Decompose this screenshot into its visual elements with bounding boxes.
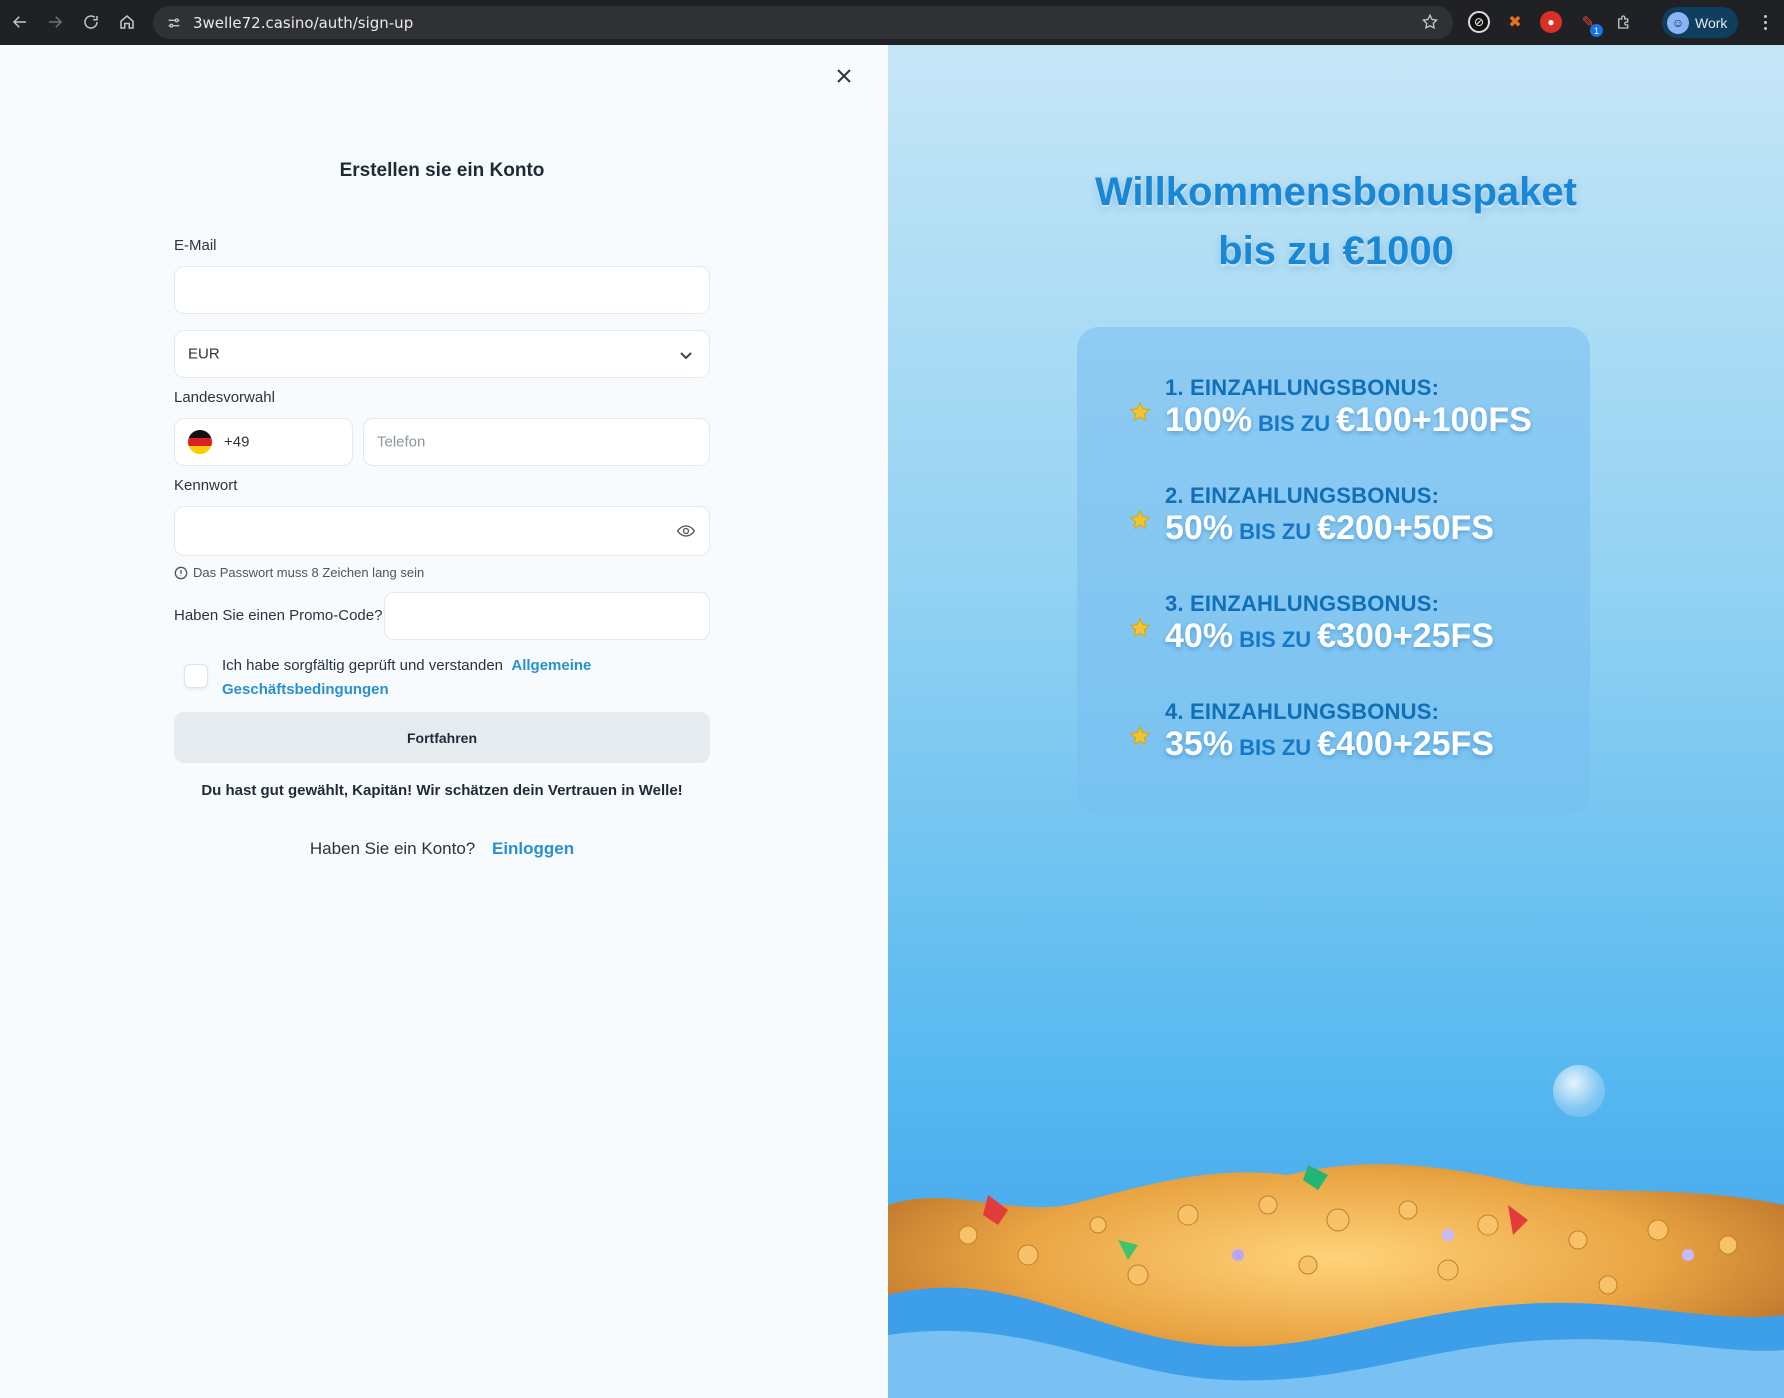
phone-placeholder: Telefon	[377, 433, 426, 451]
home-icon[interactable]	[109, 4, 145, 40]
star-icon	[1129, 401, 1151, 423]
bonus-title-line2: bis zu €1000	[1218, 229, 1454, 273]
star-icon	[1129, 617, 1151, 639]
password-label: Kennwort	[174, 477, 238, 494]
currency-select[interactable]: EUR	[174, 330, 710, 378]
currency-value: EUR	[188, 345, 220, 363]
phone-field[interactable]: Telefon	[363, 418, 710, 466]
star-icon	[1129, 725, 1151, 747]
forward-icon[interactable]	[37, 4, 73, 40]
email-label: E-Mail	[174, 237, 217, 254]
login-link[interactable]: Einloggen	[492, 839, 574, 858]
terms-checkbox[interactable]	[184, 664, 208, 688]
extensions-puzzle-icon[interactable]	[1613, 11, 1635, 33]
eye-icon[interactable]	[676, 521, 696, 541]
password-hint: Das Passwort muss 8 Zeichen lang sein	[174, 565, 424, 580]
extension-icon[interactable]: ●	[1540, 11, 1562, 33]
bonus-offer: 50% BIS ZU €200+50FS	[1165, 509, 1494, 547]
promo-label: Haben Sie einen Promo-Code?	[174, 607, 383, 624]
more-menu-icon[interactable]	[1755, 12, 1775, 32]
login-prompt: Haben Sie ein Konto?	[309, 839, 476, 858]
extension-badge: 1	[1590, 24, 1603, 37]
info-icon	[174, 566, 188, 579]
reload-icon[interactable]	[73, 4, 109, 40]
chevron-down-icon	[679, 348, 693, 362]
profile-label: Work	[1695, 14, 1728, 31]
extension-icon[interactable]: ✎ 1	[1577, 11, 1603, 37]
address-bar[interactable]: 3welle72.casino/auth/sign-up	[153, 6, 1453, 39]
country-code-select[interactable]: +49	[174, 418, 353, 466]
bonus-offer: 40% BIS ZU €300+25FS	[1165, 617, 1494, 655]
welcome-text: Du hast gut gewählt, Kapitän! Wir schätz…	[201, 782, 683, 799]
page-title: Erstellen sie ein Konto	[339, 160, 545, 181]
close-icon[interactable]	[834, 66, 854, 86]
star-icon	[1129, 509, 1151, 531]
terms-text: Ich habe sorgfältig geprüft und verstand…	[222, 657, 504, 674]
back-icon[interactable]	[2, 4, 38, 40]
country-code-label: Landesvorwahl	[174, 389, 275, 406]
continue-button[interactable]: Fortfahren	[174, 712, 710, 763]
bonus-card: 1. EINZAHLUNGSBONUS: 100% BIS ZU €100+100F…	[1077, 327, 1590, 815]
profile-button[interactable]: ☺ Work	[1662, 7, 1738, 38]
password-field[interactable]	[174, 506, 710, 556]
password-hint-text: Das Passwort muss 8 Zeichen lang sein	[193, 565, 425, 580]
bonus-head: 3. EINZAHLUNGSBONUS:	[1165, 591, 1440, 616]
bonus-offer: 100% BIS ZU €100+100FS	[1165, 401, 1532, 439]
treasure-illustration	[888, 1164, 1784, 1398]
bonus-panel: Willkommensbonuspaket bis zu €1000 1. EI…	[888, 45, 1784, 1398]
promo-code-field[interactable]	[384, 592, 710, 640]
bonus-title: Willkommensbonuspaket bis zu €1000	[888, 163, 1784, 281]
bonus-title-line1: Willkommensbonuspaket	[1095, 170, 1577, 214]
bonus-head: 1. EINZAHLUNGSBONUS:	[1165, 375, 1440, 400]
country-code-value: +49	[224, 433, 250, 451]
germany-flag-icon	[188, 430, 212, 454]
browser-toolbar: 3welle72.casino/auth/sign-up ⊘ ✖ ● ✎ 1 ☺ …	[0, 0, 1784, 45]
terms-text-block: Ich habe sorgfältig geprüft und verstand…	[222, 654, 622, 702]
email-field[interactable]	[174, 266, 710, 314]
avatar: ☺	[1667, 11, 1689, 34]
extension-icon[interactable]: ✖	[1504, 11, 1526, 33]
url-text[interactable]: 3welle72.casino/auth/sign-up	[193, 14, 413, 32]
bonus-offer: 35% BIS ZU €400+25FS	[1165, 725, 1494, 763]
bookmark-star-icon[interactable]	[1421, 13, 1441, 33]
bubble-decoration	[1553, 1065, 1605, 1117]
extension-icon[interactable]: ⊘	[1468, 11, 1490, 33]
bonus-head: 2. EINZAHLUNGSBONUS:	[1165, 483, 1440, 508]
site-settings-icon[interactable]	[159, 8, 189, 38]
bonus-head: 4. EINZAHLUNGSBONUS:	[1165, 699, 1440, 724]
login-row: Haben Sie ein Konto? Einloggen	[174, 839, 710, 859]
